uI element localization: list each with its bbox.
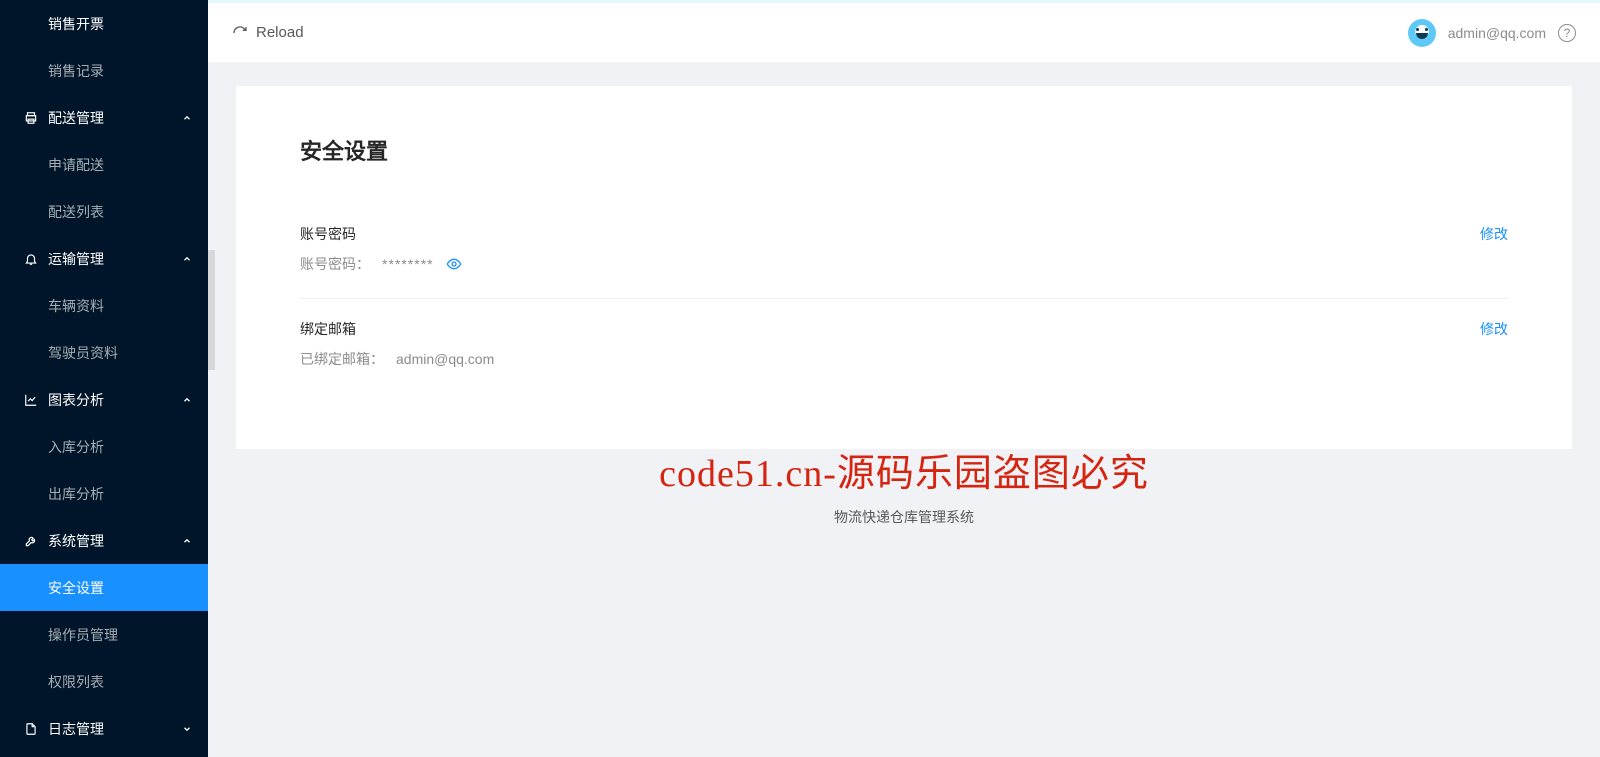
- content: 安全设置 账号密码 账号密码： ******** 修改 绑定邮箱: [208, 62, 1600, 757]
- sidebar-group-delivery[interactable]: 配送管理: [0, 94, 208, 141]
- sidebar-item-inbound[interactable]: 入库分析: [0, 423, 208, 470]
- sidebar-item-delivery-apply[interactable]: 申请配送: [0, 141, 208, 188]
- modify-password-link[interactable]: 修改: [1480, 224, 1508, 244]
- setting-row-password: 账号密码 账号密码： ******** 修改: [300, 204, 1508, 299]
- chevron-down-icon: [182, 724, 192, 734]
- setting-desc-prefix: 账号密码：: [300, 254, 370, 274]
- modify-email-link[interactable]: 修改: [1480, 319, 1508, 339]
- user-email[interactable]: admin@qq.com: [1448, 25, 1546, 41]
- sidebar-item-operator[interactable]: 操作员管理: [0, 611, 208, 658]
- tool-icon: [24, 534, 38, 548]
- sidebar-group-transport[interactable]: 运输管理: [0, 235, 208, 282]
- sidebar-item-outbound[interactable]: 出库分析: [0, 470, 208, 517]
- help-icon[interactable]: ?: [1558, 24, 1576, 42]
- sidebar: 销售开票 销售记录 配送管理 申请配送 配送列表 运输管理 车辆资料 驾驶员资料…: [0, 0, 208, 757]
- reload-icon: [232, 25, 248, 41]
- sidebar-group-label: 日志管理: [48, 719, 104, 739]
- sidebar-group-system[interactable]: 系统管理: [0, 517, 208, 564]
- topbar: Reload admin@qq.com ?: [208, 0, 1600, 62]
- setting-row-email: 绑定邮箱 已绑定邮箱： admin@qq.com 修改: [300, 299, 1508, 393]
- sidebar-item-sales-invoice[interactable]: 销售开票: [0, 0, 208, 47]
- sidebar-group-log[interactable]: 日志管理: [0, 705, 208, 752]
- sidebar-item-security[interactable]: 安全设置: [0, 564, 208, 611]
- chevron-up-icon: [182, 395, 192, 405]
- sidebar-group-label: 图表分析: [48, 390, 104, 410]
- sidebar-item-permission[interactable]: 权限列表: [0, 658, 208, 705]
- sidebar-item-sales-record[interactable]: 销售记录: [0, 47, 208, 94]
- sidebar-item-driver[interactable]: 驾驶员资料: [0, 329, 208, 376]
- reload-label: Reload: [256, 24, 304, 41]
- sidebar-item-vehicle[interactable]: 车辆资料: [0, 282, 208, 329]
- sidebar-group-label: 运输管理: [48, 249, 104, 269]
- printer-icon: [24, 111, 38, 125]
- bound-email: admin@qq.com: [396, 351, 494, 367]
- watermark: code51.cn-源码乐园盗图必究: [659, 442, 1149, 497]
- settings-card: 安全设置 账号密码 账号密码： ******** 修改 绑定邮箱: [236, 86, 1572, 449]
- avatar[interactable]: [1408, 19, 1436, 47]
- password-masked: ********: [382, 256, 434, 272]
- eye-icon[interactable]: [446, 256, 462, 272]
- chevron-up-icon: [182, 254, 192, 264]
- page-title: 安全设置: [300, 134, 1508, 166]
- bell-icon: [24, 252, 38, 266]
- main: Reload admin@qq.com ? 安全设置 账号密码 账号密码： **…: [208, 0, 1600, 757]
- sidebar-item-delivery-list[interactable]: 配送列表: [0, 188, 208, 235]
- chart-icon: [24, 393, 38, 407]
- sidebar-group-label: 系统管理: [48, 531, 104, 551]
- footer-text: 物流快递仓库管理系统: [236, 507, 1572, 527]
- setting-label: 账号密码: [300, 224, 1480, 244]
- chevron-up-icon: [182, 113, 192, 123]
- reload-button[interactable]: Reload: [232, 24, 304, 41]
- chevron-up-icon: [182, 536, 192, 546]
- sidebar-group-label: 配送管理: [48, 108, 104, 128]
- setting-label: 绑定邮箱: [300, 319, 1480, 339]
- file-icon: [24, 722, 38, 736]
- sidebar-group-chart[interactable]: 图表分析: [0, 376, 208, 423]
- setting-desc-prefix: 已绑定邮箱：: [300, 349, 384, 369]
